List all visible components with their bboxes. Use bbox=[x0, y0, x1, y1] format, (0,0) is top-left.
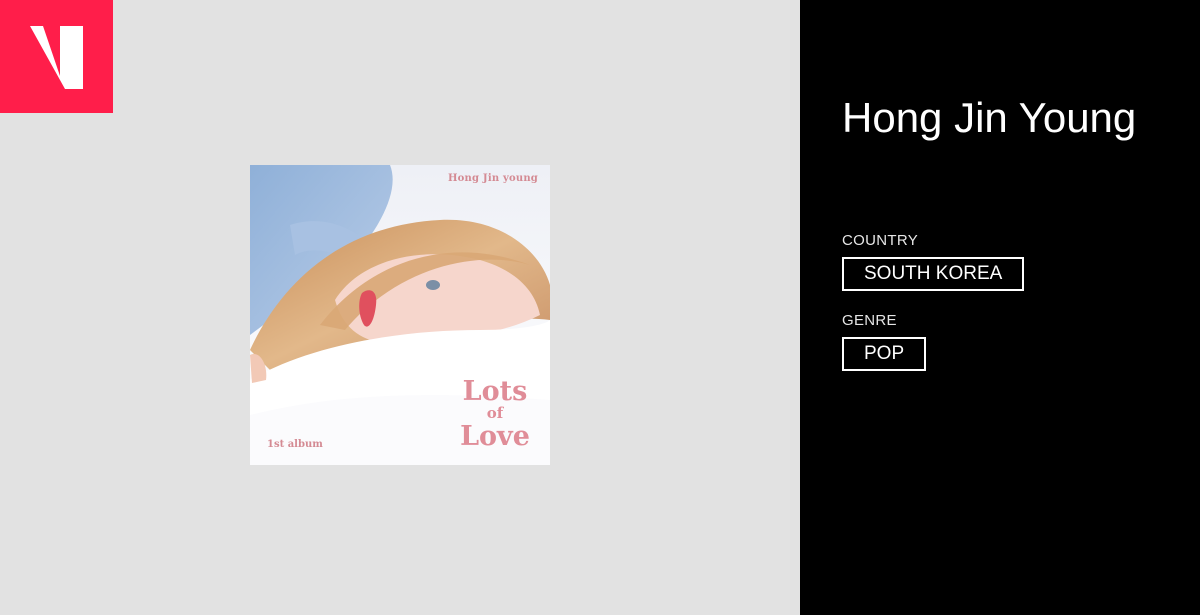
brand-logo[interactable] bbox=[0, 0, 113, 113]
genre-label: GENRE bbox=[842, 312, 897, 329]
artist-page: Hong Jin young Lots of Love 1st album Ho… bbox=[0, 0, 1200, 615]
cover-edition-text: 1st album bbox=[267, 439, 323, 450]
country-label: COUNTRY bbox=[842, 232, 918, 249]
genre-tag[interactable]: POP bbox=[842, 337, 927, 371]
v-logo-icon bbox=[30, 26, 83, 89]
country-tag[interactable]: SOUTH KOREA bbox=[842, 257, 1025, 291]
artist-info-panel: Hong Jin Young COUNTRY SOUTH KOREA GENRE… bbox=[800, 0, 1200, 615]
cover-title-text: Lots of Love bbox=[450, 378, 540, 450]
artist-name: Hong Jin Young bbox=[842, 94, 1137, 141]
media-panel: Hong Jin young Lots of Love 1st album bbox=[0, 0, 800, 615]
cover-title-line-1: Lots bbox=[462, 376, 528, 407]
album-cover: Hong Jin young Lots of Love 1st album bbox=[250, 165, 550, 465]
cover-title-line-3: Love bbox=[460, 421, 530, 452]
cover-title-line-2: of bbox=[486, 404, 504, 422]
cover-artist-text: Hong Jin young bbox=[448, 173, 538, 184]
